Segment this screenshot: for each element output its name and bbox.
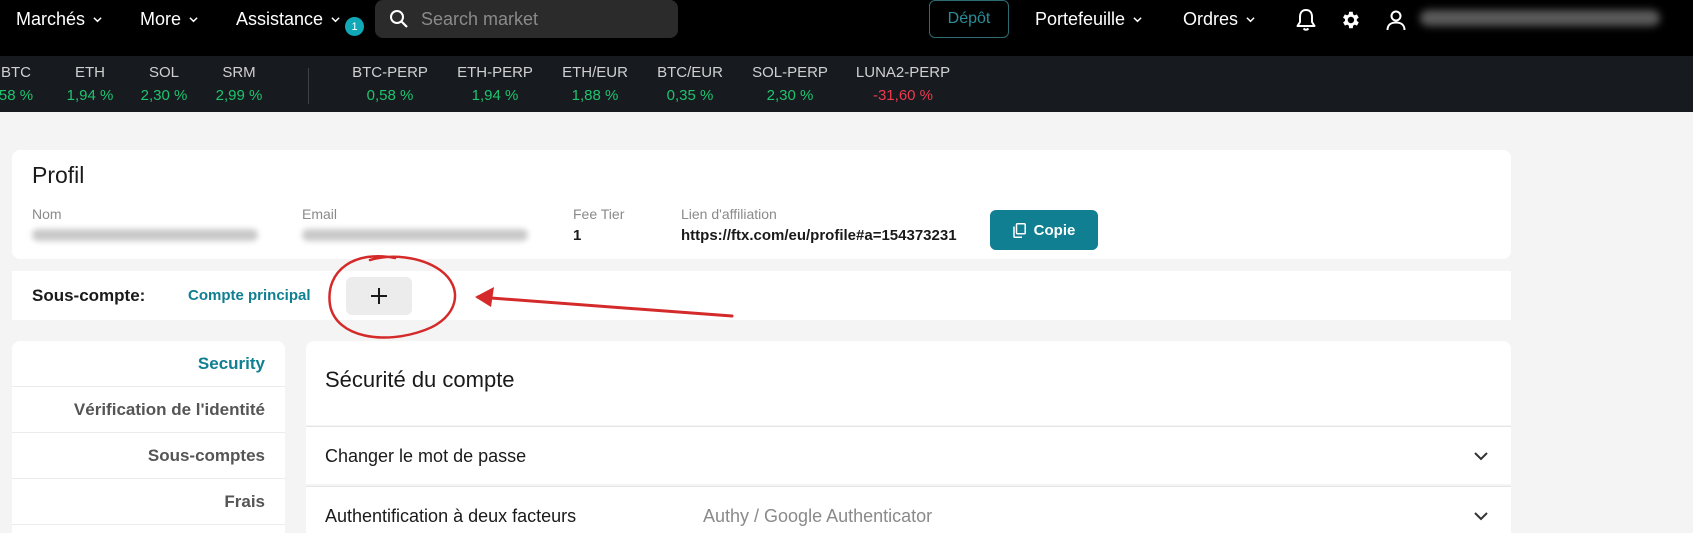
ticker-symbol: BTC/EUR	[657, 64, 723, 81]
ticker-symbol: BTC	[1, 64, 31, 81]
chevron-down-icon	[1246, 16, 1255, 22]
change-password-row[interactable]: Changer le mot de passe	[306, 426, 1511, 484]
ticker-item[interactable]: BTC 58 %	[0, 64, 36, 104]
user-email-blurred	[1420, 10, 1660, 26]
nav-assistance[interactable]: Assistance	[236, 0, 340, 38]
gear-icon	[1343, 11, 1359, 29]
ticker-symbol: ETH	[75, 64, 105, 81]
affiliate-link[interactable]: https://ftx.com/eu/profile#a=154373231	[681, 227, 957, 244]
row-label: Authentification à deux facteurs	[325, 506, 577, 526]
ticker-change: 1,94 %	[471, 87, 519, 104]
ticker-item[interactable]: ETH-PERP 1,94 %	[452, 64, 538, 104]
settings-button[interactable]	[1336, 6, 1364, 34]
nav-portfolio[interactable]: Portefeuille	[1035, 0, 1142, 38]
nav-markets[interactable]: Marchés	[16, 0, 102, 38]
account-button[interactable]	[1382, 6, 1410, 34]
nav-orders-label: Ordres	[1183, 8, 1239, 29]
subaccount-main-link[interactable]: Compte principal	[188, 287, 311, 304]
top-navigation-bar: Marchés More Assistance 1 Dépôt Portefeu…	[0, 0, 1693, 56]
add-subaccount-button[interactable]	[346, 277, 412, 315]
menu-item-fees[interactable]: Frais	[12, 479, 285, 525]
ticker-item[interactable]: SOL 2,30 %	[136, 64, 192, 104]
ticker-change: 0,58 %	[366, 87, 414, 104]
two-factor-row[interactable]: Authentification à deux facteurs Authy /…	[306, 486, 1511, 533]
ticker-change: 2,99 %	[215, 87, 263, 104]
subaccount-bar: Sous-compte: Compte principal	[12, 271, 1511, 320]
security-title: Sécurité du compte	[325, 367, 515, 392]
nav-portfolio-label: Portefeuille	[1035, 8, 1126, 29]
page-title: Profil	[32, 162, 85, 188]
settings-menu: Security Vérification de l'identité Sous…	[12, 341, 285, 533]
ticker-item[interactable]: LUNA2-PERP -31,60 %	[850, 64, 956, 104]
security-panel-header: Sécurité du compte	[306, 341, 1511, 425]
nav-more-label: More	[140, 8, 182, 29]
fee-tier-value: 1	[573, 227, 582, 244]
ticker-change: 1,94 %	[66, 87, 114, 104]
notifications-button[interactable]	[1292, 6, 1320, 34]
profile-card: Profil Nom Email Fee Tier 1 Lien d'affil…	[12, 150, 1511, 259]
row-value: Authy / Google Authenticator	[703, 506, 933, 526]
nav-more[interactable]: More	[140, 0, 198, 38]
ticker-item[interactable]: BTC/EUR 0,35 %	[650, 64, 730, 104]
ticker-symbol: BTC-PERP	[352, 64, 428, 81]
search-box[interactable]	[375, 0, 678, 38]
search-input[interactable]	[421, 8, 661, 30]
ticker-change: 58 %	[0, 87, 34, 104]
chevron-down-icon	[1133, 16, 1142, 22]
user-icon	[1386, 10, 1406, 31]
ticker-item[interactable]: SRM 2,99 %	[211, 64, 267, 104]
copy-button-label: Copie	[1033, 221, 1076, 239]
ticker-divider	[308, 68, 309, 104]
search-icon	[390, 10, 408, 28]
bell-icon	[1296, 9, 1316, 31]
ticker-item[interactable]: ETH 1,94 %	[62, 64, 118, 104]
name-label: Nom	[32, 206, 62, 222]
fee-tier-label: Fee Tier	[573, 206, 625, 222]
affiliate-label: Lien d'affiliation	[681, 206, 777, 222]
ticker-symbol: SRM	[222, 64, 256, 81]
deposit-button[interactable]: Dépôt	[929, 0, 1009, 38]
chevron-down-icon	[93, 16, 102, 22]
menu-item-identity-verification[interactable]: Vérification de l'identité	[12, 387, 285, 433]
ticker-item[interactable]: SOL-PERP 2,30 %	[745, 64, 835, 104]
chevron-down-icon	[189, 16, 198, 22]
name-value-blurred	[32, 229, 258, 241]
nav-orders[interactable]: Ordres	[1183, 0, 1255, 38]
ticker-change: -31,60 %	[872, 87, 934, 104]
row-label: Changer le mot de passe	[325, 446, 527, 466]
notification-badge: 1	[345, 17, 364, 36]
ticker-symbol: SOL-PERP	[752, 64, 828, 81]
chevron-down-icon	[1474, 452, 1488, 461]
copy-button[interactable]: Copie	[990, 210, 1098, 250]
ticker-item[interactable]: ETH/EUR 1,88 %	[555, 64, 635, 104]
plus-icon	[371, 288, 387, 304]
nav-assistance-label: Assistance	[236, 8, 324, 29]
ticker-symbol: LUNA2-PERP	[855, 64, 951, 81]
ticker-item[interactable]: BTC-PERP 0,58 %	[347, 64, 433, 104]
ticker-bar: BTC 58 % ETH 1,94 % SOL 2,30 % SRM 2,99 …	[0, 56, 1693, 112]
chevron-down-icon	[1474, 512, 1488, 521]
menu-item-subaccounts[interactable]: Sous-comptes	[12, 433, 285, 479]
subaccount-label: Sous-compte:	[32, 286, 146, 305]
copy-icon	[1012, 222, 1026, 238]
ticker-change: 0,35 %	[666, 87, 714, 104]
ticker-symbol: ETH-PERP	[457, 64, 533, 81]
ticker-change: 2,30 %	[766, 87, 814, 104]
nav-markets-label: Marchés	[16, 8, 86, 29]
email-label: Email	[302, 206, 338, 222]
ticker-change: 2,30 %	[140, 87, 188, 104]
ticker-symbol: SOL	[148, 64, 179, 81]
chevron-down-icon	[331, 16, 340, 22]
email-value-blurred	[302, 229, 528, 241]
ticker-symbol: ETH/EUR	[562, 64, 628, 81]
menu-item-security[interactable]: Security	[12, 341, 285, 387]
ticker-change: 1,88 %	[571, 87, 619, 104]
